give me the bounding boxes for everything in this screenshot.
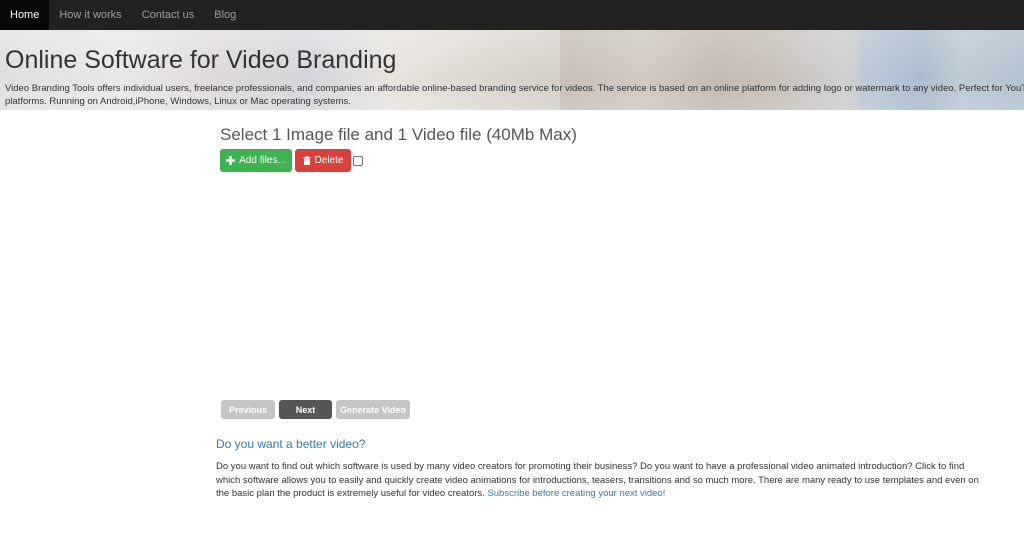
hero-banner: Online Software for Video Branding Video… bbox=[0, 30, 1024, 110]
nav-contact-us[interactable]: Contact us bbox=[132, 0, 205, 30]
previous-button[interactable]: Previous bbox=[221, 400, 275, 419]
promo-heading: Do you want a better video? bbox=[216, 437, 366, 451]
nav-blog[interactable]: Blog bbox=[204, 0, 246, 30]
generate-video-button[interactable]: Generate Video bbox=[336, 400, 410, 419]
promo-paragraph: Do you want to find out which software i… bbox=[216, 460, 986, 501]
nav-how-it-works[interactable]: How it works bbox=[49, 0, 131, 30]
top-navbar: Home How it works Contact us Blog bbox=[0, 0, 1024, 30]
select-all-checkbox[interactable] bbox=[353, 156, 363, 166]
add-files-label: Add files... bbox=[239, 155, 286, 166]
add-files-button[interactable]: Add files... bbox=[220, 149, 292, 172]
subscribe-link[interactable]: Subscribe before creating your next vide… bbox=[487, 488, 665, 499]
plus-icon bbox=[226, 156, 236, 165]
page-title: Online Software for Video Branding bbox=[5, 46, 397, 74]
delete-button[interactable]: Delete bbox=[295, 149, 351, 172]
nav-home[interactable]: Home bbox=[0, 0, 50, 30]
hero-description: Video Branding Tools offers individual u… bbox=[5, 83, 1024, 107]
upload-title: Select 1 Image file and 1 Video file (40… bbox=[220, 125, 577, 144]
next-button[interactable]: Next bbox=[279, 400, 332, 419]
delete-label: Delete bbox=[314, 155, 344, 166]
trash-icon bbox=[302, 156, 311, 165]
